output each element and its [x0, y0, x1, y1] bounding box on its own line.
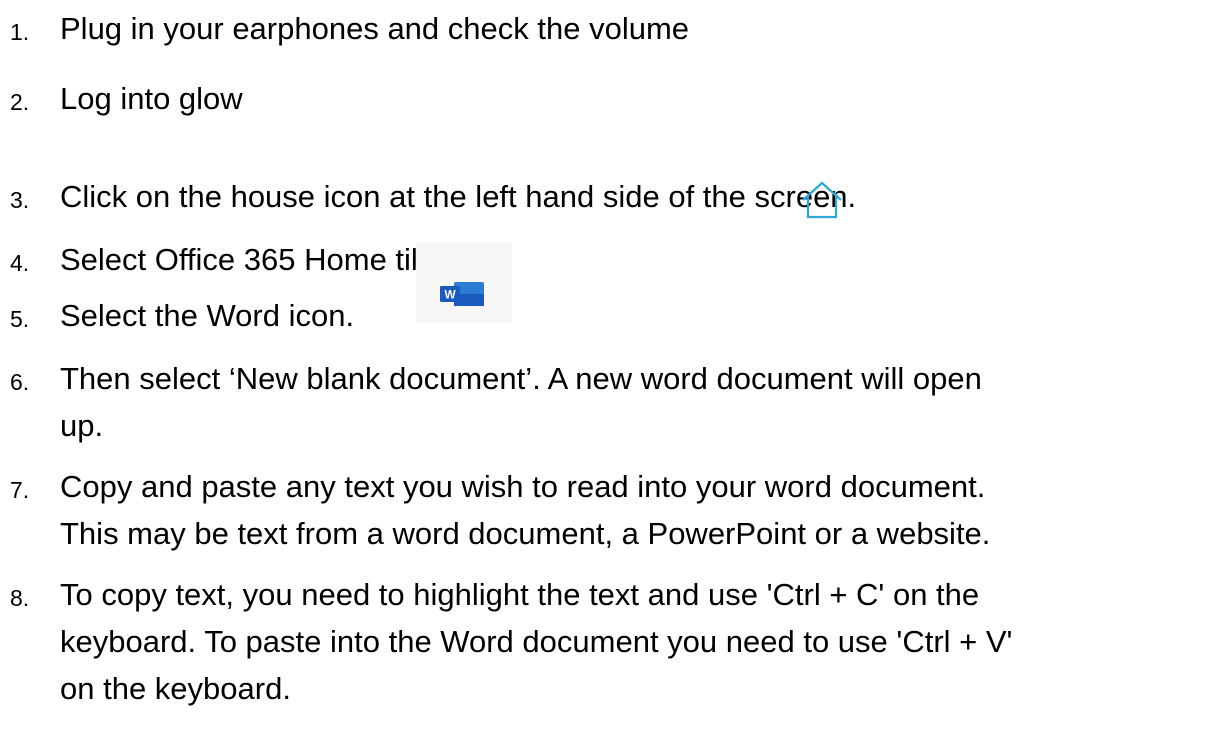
step-7-text-continued: This may be text from a word document, a… [60, 516, 991, 551]
step-8-text: To copy text, you need to highlight the … [60, 577, 980, 612]
step-5-text: Select the Word icon. [60, 298, 355, 333]
step-1-text: Plug in your earphones and check the vol… [60, 11, 690, 46]
step-number: 7. [10, 477, 30, 503]
step-7-text: Copy and paste any text you wish to read… [60, 469, 986, 504]
word-icon: W [416, 243, 512, 323]
step-6-text-continued: up. [60, 408, 104, 443]
step-number: 1. [10, 19, 30, 45]
step-number: 6. [10, 369, 30, 395]
step-6-text: Then select ‘New blank document’. A new … [60, 361, 982, 396]
step-number: 4. [10, 250, 30, 276]
step-number: 5. [10, 306, 30, 332]
step-number: 8. [10, 585, 30, 611]
step-number: 2. [10, 89, 30, 115]
step-3-text: Click on the house icon at the left hand… [60, 179, 857, 214]
step-4-text: Select Office 365 Home tile [60, 242, 436, 277]
step-8-text-continued: keyboard. To paste into the Word documen… [60, 624, 1013, 659]
step-8-text-continued: on the keyboard. [60, 671, 291, 706]
step-number: 3. [10, 187, 30, 213]
word-icon-letter: W [444, 288, 456, 302]
house-icon [802, 181, 842, 219]
step-2-text: Log into glow [60, 81, 243, 116]
